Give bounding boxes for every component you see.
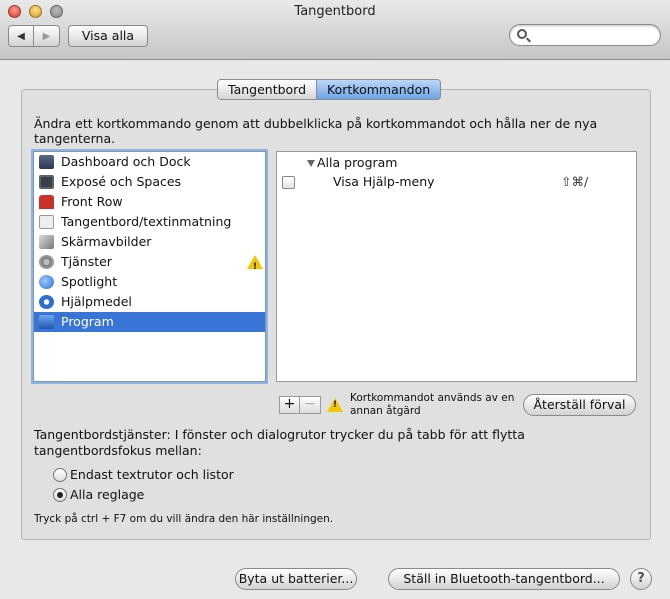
category-label: Spotlight <box>61 274 118 289</box>
category-label: Program <box>61 314 114 329</box>
shortcut-hint: Tryck på ctrl + F7 om du vill ändra den … <box>34 513 334 525</box>
category-dashboard-dock[interactable]: Dashboard och Dock <box>34 152 265 172</box>
radio-label-all-controls[interactable]: Alla reglage <box>70 487 144 502</box>
search-icon <box>517 29 527 39</box>
nav-buttons: ◀ ▶ <box>8 25 60 47</box>
tab-bar: Tangentbord Kortkommandon <box>217 79 442 100</box>
category-label: Tangentbord/textinmatning <box>61 214 232 229</box>
category-list[interactable]: Dashboard och Dock Exposé och Spaces Fro… <box>33 151 266 382</box>
front-row-icon <box>39 195 54 209</box>
help-button[interactable]: ? <box>630 568 652 590</box>
search-input[interactable] <box>534 27 654 43</box>
add-button[interactable]: + <box>280 397 300 413</box>
instructions-text: Ändra ett kortkommando genom att dubbelk… <box>34 116 598 146</box>
restore-defaults-button[interactable]: Återställ förval <box>523 394 636 416</box>
category-front-row[interactable]: Front Row <box>34 192 265 212</box>
shortcut-name[interactable]: Visa Hjälp-meny <box>333 174 435 189</box>
toolbar: Tangentbord ◀ ▶ Visa alla <box>0 0 670 60</box>
category-label: Tjänster <box>61 254 112 269</box>
category-label: Exposé och Spaces <box>61 174 182 189</box>
keyboard-icon <box>39 215 54 229</box>
add-remove-control: + − <box>279 396 321 414</box>
dashboard-dock-icon <box>39 155 54 169</box>
category-label: Skärmavbilder <box>61 234 152 249</box>
category-label: Hjälpmedel <box>61 294 132 309</box>
forward-button[interactable]: ▶ <box>34 26 59 46</box>
tab-keyboard[interactable]: Tangentbord <box>218 80 318 99</box>
search-field[interactable] <box>509 24 661 46</box>
shortcut-keys[interactable]: ⇧⌘/ <box>561 174 588 189</box>
category-label: Front Row <box>61 194 123 209</box>
spotlight-icon <box>39 275 54 289</box>
radio-all-controls[interactable] <box>53 488 67 502</box>
shortcut-list[interactable]: Alla program Visa Hjälp-meny ⇧⌘/ <box>276 151 637 382</box>
warning-icon <box>327 398 343 412</box>
category-keyboard-text-input[interactable]: Tangentbord/textinmatning <box>34 212 265 232</box>
full-keyboard-access-label: Tangentbordstjänster: I fönster och dial… <box>34 427 525 458</box>
radio-text-boxes-only[interactable] <box>53 468 67 482</box>
tab-shortcuts[interactable]: Kortkommandon <box>317 80 441 99</box>
expose-spaces-icon <box>39 175 54 189</box>
category-expose-spaces[interactable]: Exposé och Spaces <box>34 172 265 192</box>
accessibility-icon <box>39 295 54 309</box>
shortcut-checkbox[interactable] <box>282 176 295 189</box>
app-store-icon <box>39 315 54 329</box>
group-header: Alla program <box>317 155 398 170</box>
category-accessibility[interactable]: Hjälpmedel <box>34 292 265 312</box>
show-all-button[interactable]: Visa alla <box>68 25 148 47</box>
remove-button[interactable]: − <box>300 397 320 413</box>
category-applications[interactable]: Program <box>34 312 265 332</box>
replace-batteries-button[interactable]: Byta ut batterier... <box>235 568 357 590</box>
category-spotlight[interactable]: Spotlight <box>34 272 265 292</box>
disclosure-triangle-icon[interactable] <box>307 160 315 167</box>
window-title: Tangentbord <box>294 4 376 19</box>
back-button[interactable]: ◀ <box>9 26 35 46</box>
screenshot-icon <box>39 235 54 249</box>
conflict-message: Kortkommandot används av en annan åtgärd <box>350 392 515 417</box>
radio-label-text-boxes-only[interactable]: Endast textrutor och listor <box>70 467 234 482</box>
gear-icon <box>39 255 54 269</box>
warning-icon <box>247 255 263 277</box>
category-services[interactable]: Tjänster <box>34 252 265 277</box>
category-label: Dashboard och Dock <box>61 154 191 169</box>
category-screenshots[interactable]: Skärmavbilder <box>34 232 265 252</box>
bluetooth-setup-button[interactable]: Ställ in Bluetooth-tangentbord... <box>388 568 620 590</box>
